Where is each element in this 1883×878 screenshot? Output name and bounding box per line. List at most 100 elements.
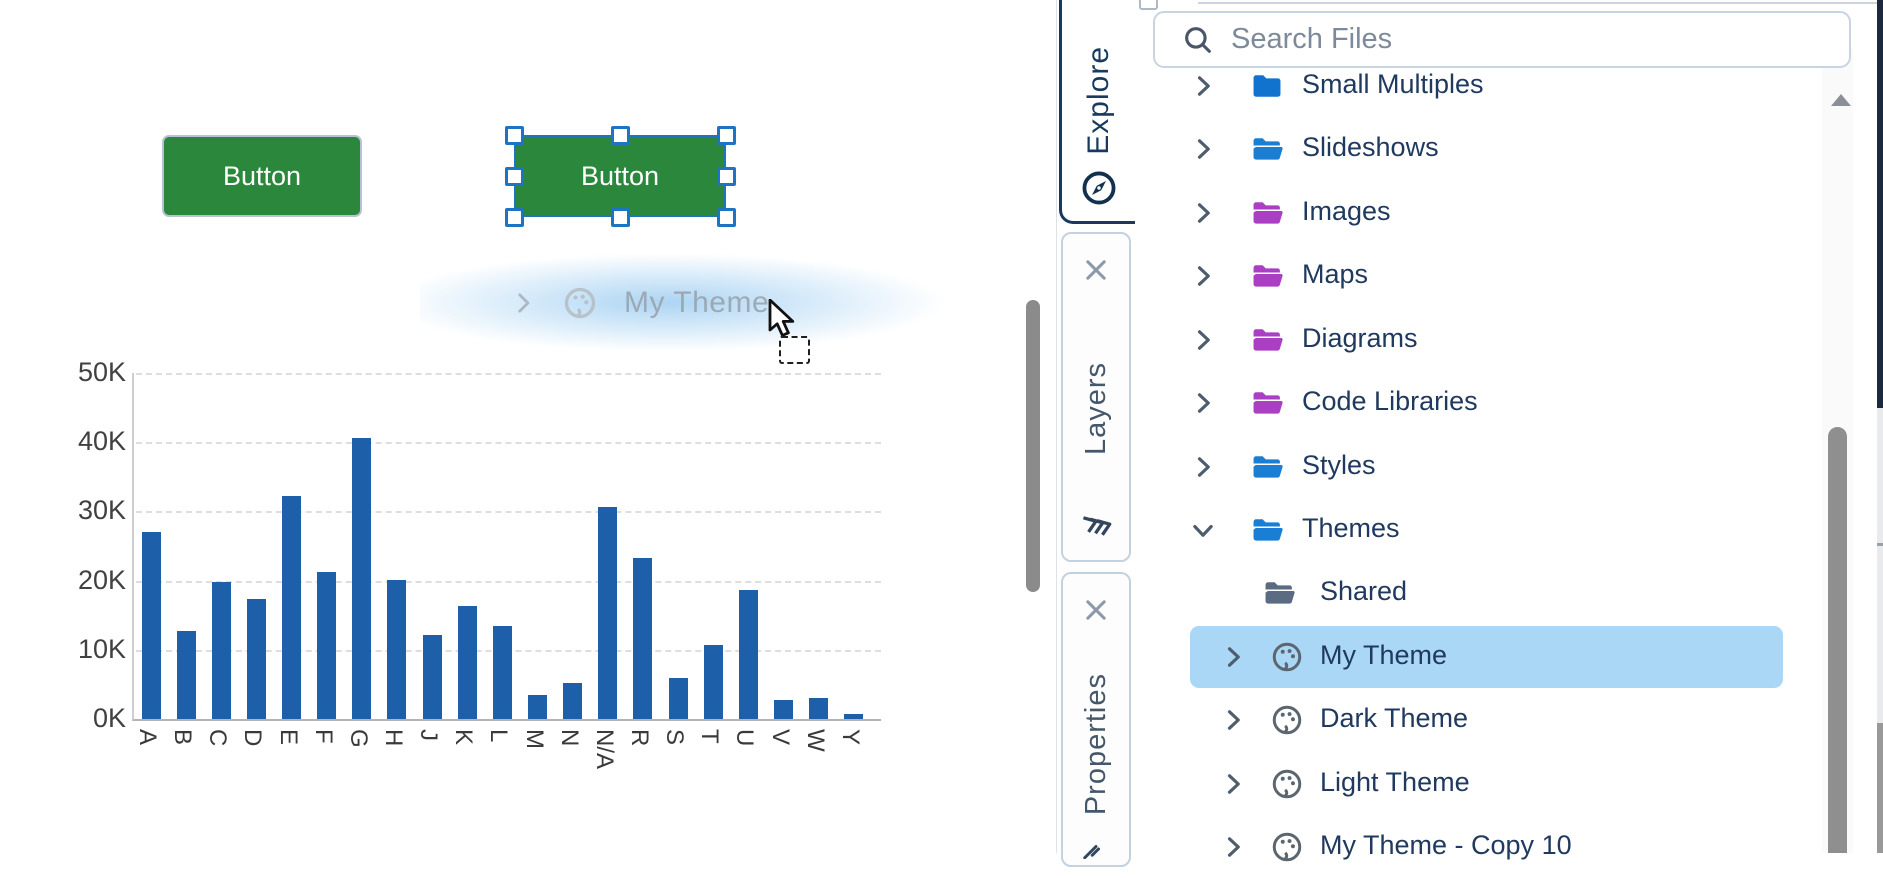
layers-icon [1073,503,1119,549]
gridline [136,373,881,375]
chevron-right-icon[interactable] [1218,769,1248,799]
chevron-right-icon[interactable] [1188,261,1218,291]
tree-item-label: Shared [1320,576,1407,607]
tree-item-images[interactable]: Images [1136,182,1826,244]
folder-open-icon [1248,257,1286,295]
bar-C[interactable] [212,582,231,719]
resize-handle[interactable] [505,126,524,145]
bar-N/A[interactable] [598,507,617,719]
resize-handle[interactable] [717,208,736,227]
button-widget-1[interactable]: Button [162,135,362,217]
file-tree: Small MultiplesSlideshowsImagesMapsDiagr… [1136,0,1826,853]
bar-G[interactable] [352,438,371,719]
tree-item-code-libraries[interactable]: Code Libraries [1136,372,1826,434]
tree-item-label: Diagrams [1302,323,1418,354]
search-files-box[interactable] [1153,11,1851,68]
tree-item-label: Light Theme [1320,767,1470,798]
folder-open-icon [1248,321,1286,359]
close-icon[interactable] [1082,596,1110,624]
resize-handle[interactable] [717,167,736,186]
properties-icon [1081,839,1111,859]
bar-W[interactable] [809,698,828,719]
folder-open-icon [1248,194,1286,232]
bar-B[interactable] [177,631,196,719]
x-tick-label: Y [836,729,864,745]
x-tick-label: U [730,729,758,746]
tree-item-themes[interactable]: Themes [1136,499,1826,561]
bar-N[interactable] [563,683,582,719]
resize-handle[interactable] [717,126,736,145]
bar-U[interactable] [739,590,758,719]
drag-ghost-label: My Theme [624,286,769,320]
folder-open-icon [1260,574,1298,612]
chevron-right-icon[interactable] [1188,452,1218,482]
bar-H[interactable] [387,580,406,719]
gridline [136,511,881,513]
bar-T[interactable] [704,645,723,719]
chevron-right-icon[interactable] [1188,325,1218,355]
bar-chart[interactable] [132,373,881,721]
x-tick-label: W [801,729,829,752]
tree-item-slideshows[interactable]: Slideshows [1136,118,1826,180]
tree-item-my-theme[interactable]: My Theme [1190,626,1783,688]
resize-handle[interactable] [611,208,630,227]
tree-item-diagrams[interactable]: Diagrams [1136,309,1826,371]
tree-item-shared[interactable]: Shared [1136,562,1826,624]
folder-open-icon [1248,384,1286,422]
bar-K[interactable] [458,606,477,719]
tab-layers[interactable]: Layers [1061,232,1131,562]
bar-E[interactable] [282,496,301,719]
bar-S[interactable] [669,678,688,719]
search-input[interactable] [1229,22,1849,57]
x-tick-label: J [414,729,442,741]
bar-V[interactable] [774,700,793,719]
tree-item-styles[interactable]: Styles [1136,436,1826,498]
palette-icon [1268,765,1306,803]
tree-item-dark-theme[interactable]: Dark Theme [1136,689,1826,751]
scroll-up-arrow[interactable] [1830,93,1852,107]
bar-D[interactable] [247,599,266,719]
tree-item-light-theme[interactable]: Light Theme [1136,753,1826,815]
tab-layers-label: Layers [1080,362,1113,455]
tree-item-label: Slideshows [1302,132,1439,163]
tree-item-label: Maps [1302,259,1368,290]
tab-explore[interactable]: Explore [1059,0,1135,224]
chevron-right-icon[interactable] [1218,642,1248,672]
bar-A[interactable] [142,532,161,719]
tab-properties[interactable]: Properties [1061,572,1131,867]
y-tick-label: 40K [26,426,126,457]
chevron-right-icon[interactable] [1218,832,1248,862]
bar-M[interactable] [528,695,547,719]
y-tick-label: 0K [26,703,126,734]
chevron-right-icon[interactable] [1188,388,1218,418]
chevron-down-icon[interactable] [1188,515,1218,545]
chevron-right-icon[interactable] [1218,705,1248,735]
canvas-scrollbar[interactable] [1026,300,1040,592]
bar-Y[interactable] [844,714,863,719]
x-tick-label: L [484,729,512,742]
bar-L[interactable] [493,626,512,719]
tree-item-my-theme-copy-10[interactable]: My Theme - Copy 10 [1136,816,1826,878]
resize-handle[interactable] [505,208,524,227]
bar-J[interactable] [423,635,442,719]
bar-F[interactable] [317,572,336,719]
tree-item-label: My Theme [1320,640,1447,671]
chevron-right-icon[interactable] [1188,198,1218,228]
palette-icon [1268,828,1306,866]
gridline [136,581,881,583]
tree-scrollbar-thumb[interactable] [1828,427,1847,853]
close-icon[interactable] [1082,256,1110,284]
tree-item-maps[interactable]: Maps [1136,245,1826,307]
x-tick-label: S [660,729,688,745]
chevron-right-icon[interactable] [1188,134,1218,164]
palette-icon [1268,638,1306,676]
resize-handle[interactable] [505,167,524,186]
side-tabstrip: Explore Layers Properties [1056,0,1137,853]
x-tick-label: H [379,729,407,746]
design-canvas[interactable]: Button Button My Theme 0K10K20K30K40K50K… [0,0,1056,853]
chevron-right-icon[interactable] [1188,71,1218,101]
resize-handle[interactable] [611,126,630,145]
x-tick-label: T [695,729,723,744]
tree-item-label: My Theme - Copy 10 [1320,830,1572,861]
bar-R[interactable] [633,558,652,719]
